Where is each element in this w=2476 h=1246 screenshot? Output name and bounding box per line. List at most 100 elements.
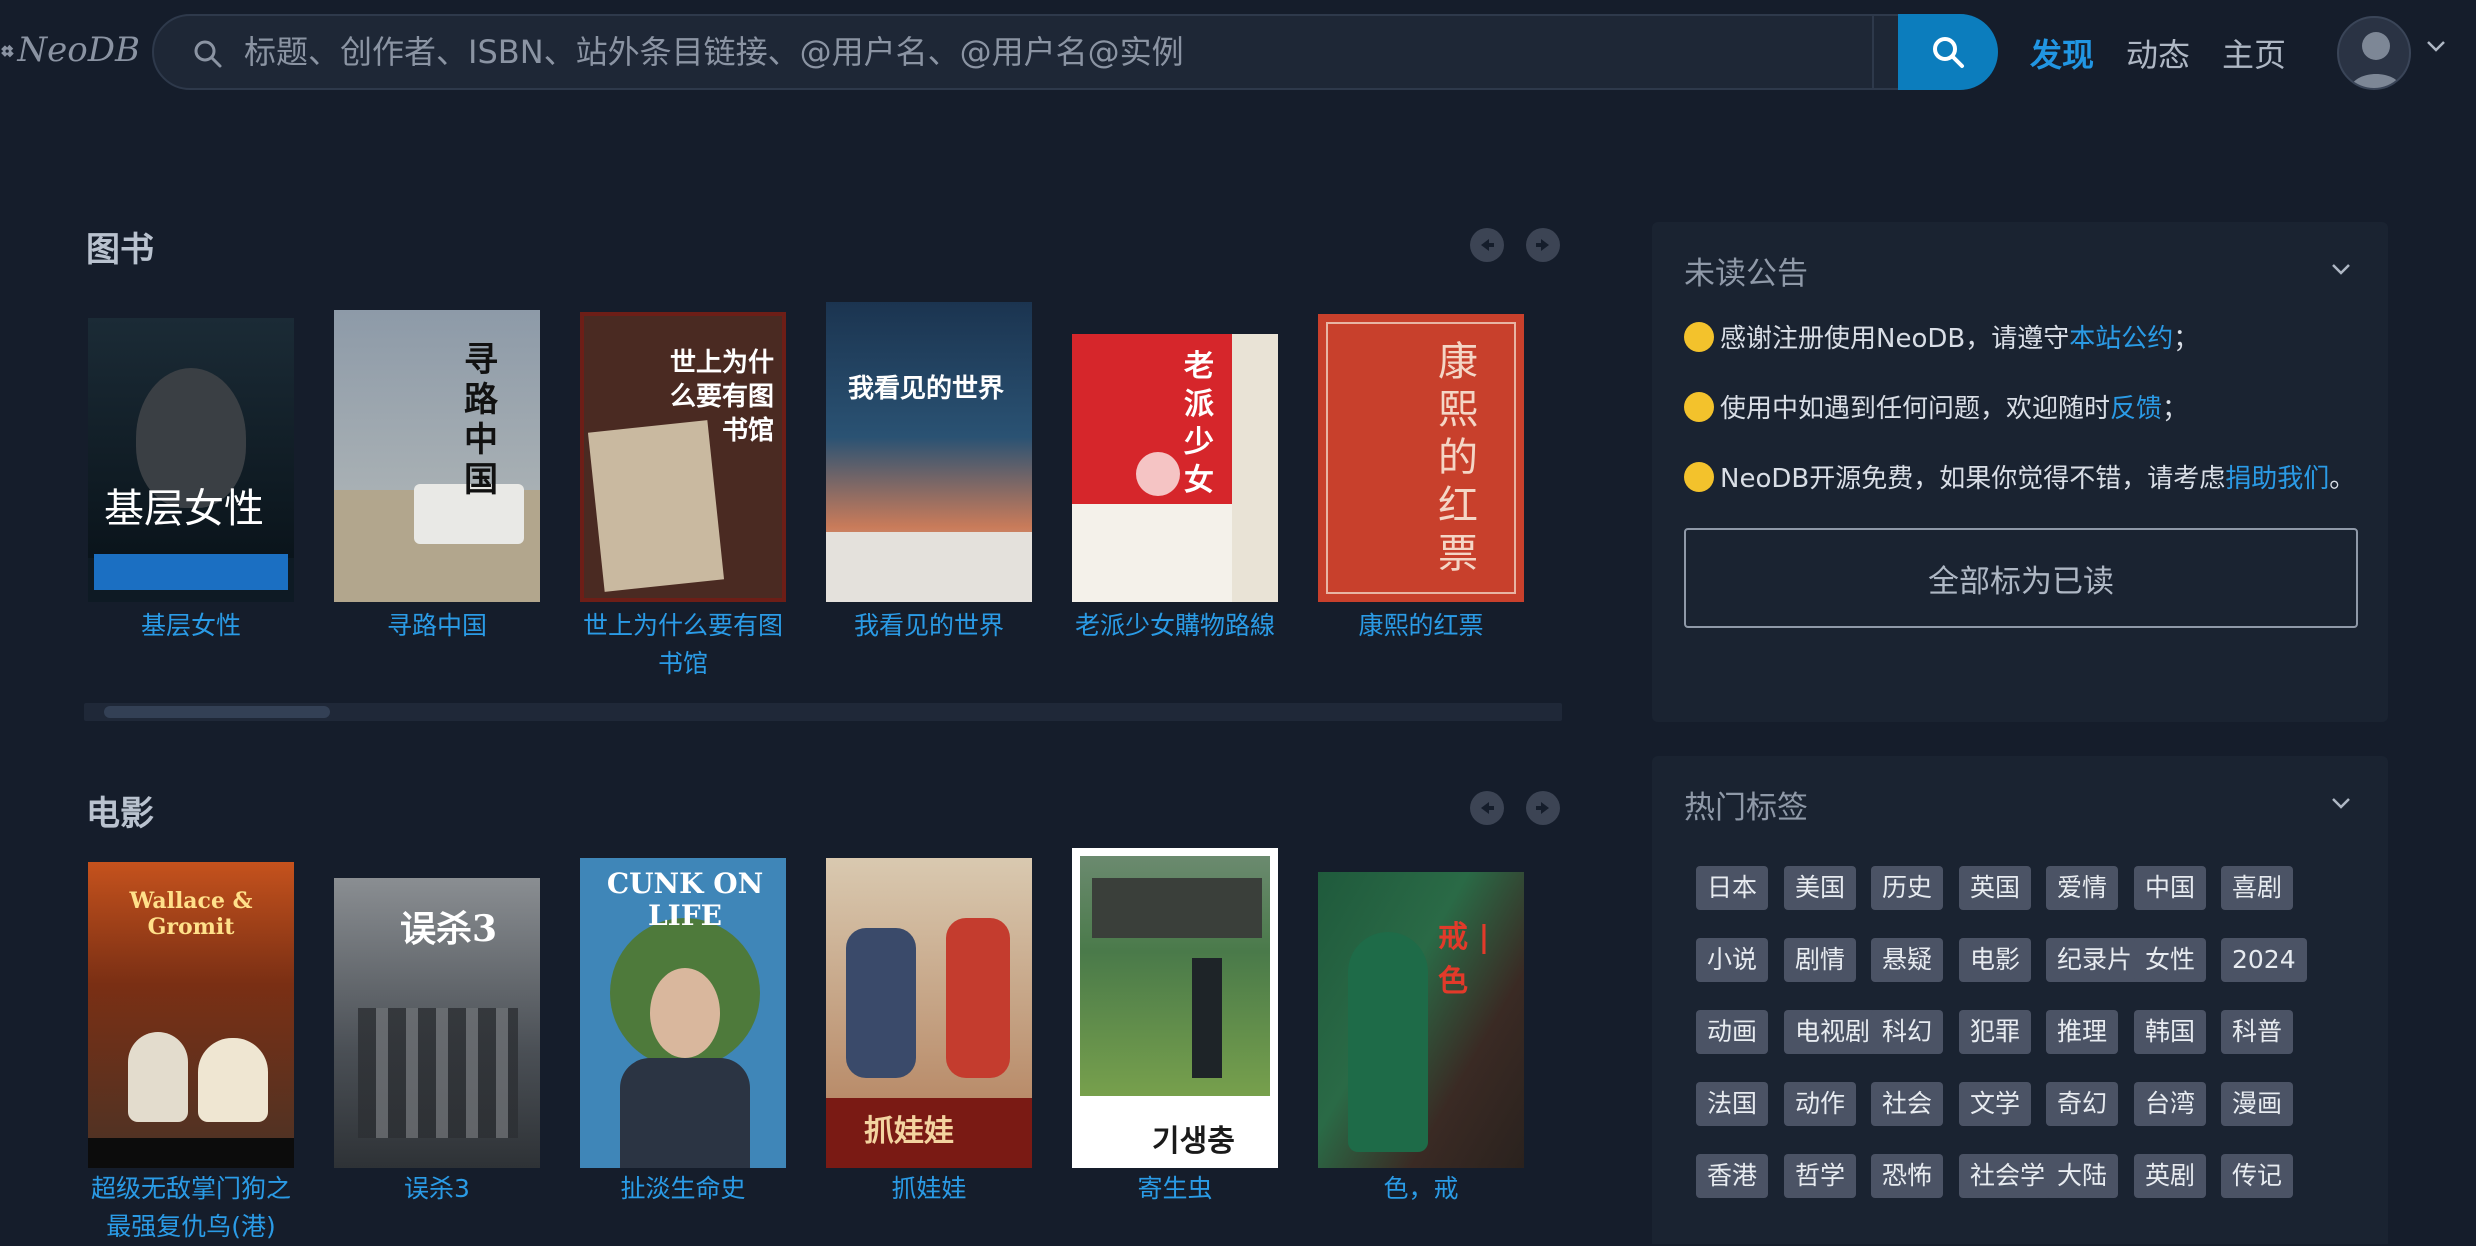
books-scrollbar[interactable] bbox=[84, 703, 1562, 721]
book-title[interactable]: 老派少女購物路線 bbox=[1065, 607, 1285, 645]
chevron-down-icon[interactable] bbox=[2426, 40, 2446, 52]
chevron-down-icon[interactable] bbox=[2330, 262, 2352, 276]
tag-chip[interactable]: 日本 bbox=[1696, 866, 1769, 910]
tag-chip[interactable]: 哲学 bbox=[1784, 1154, 1857, 1198]
tag-chip[interactable]: 大陆 bbox=[2046, 1154, 2119, 1198]
movie-title[interactable]: 寄生虫 bbox=[1065, 1170, 1285, 1208]
movie-title[interactable]: 扯淡生命史 bbox=[573, 1170, 793, 1208]
books-section-title: 图书 bbox=[86, 230, 154, 270]
book-title[interactable]: 康熙的红票 bbox=[1311, 607, 1531, 645]
logo-text: NeoDB bbox=[17, 30, 140, 70]
arrow-left-icon bbox=[1481, 802, 1494, 814]
movie-poster[interactable]: 戒 | 色 bbox=[1318, 872, 1524, 1168]
tag-chip[interactable]: 科幻 bbox=[1871, 1010, 1944, 1054]
tag-chip[interactable]: 动画 bbox=[1696, 1010, 1769, 1054]
tag-chip[interactable]: 传记 bbox=[2221, 1154, 2294, 1198]
book-cover[interactable]: 世上为什么要有图书馆 bbox=[580, 312, 786, 602]
nerd-face-icon bbox=[1684, 322, 1714, 352]
books-next-button[interactable] bbox=[1526, 228, 1560, 262]
book-cover-text: 世上为什么要有图书馆 bbox=[669, 348, 774, 446]
halo-face-icon bbox=[1684, 462, 1714, 492]
rules-link[interactable]: 本站公约 bbox=[2069, 324, 2173, 354]
feedback-link[interactable]: 反馈 bbox=[2110, 394, 2162, 424]
movie-poster-text: 抓娃娃 bbox=[864, 1114, 954, 1149]
search-input[interactable] bbox=[244, 16, 1864, 88]
tag-chip[interactable]: 纪录片 bbox=[2046, 938, 2144, 982]
nav-activity[interactable]: 动态 bbox=[2126, 30, 2190, 74]
tag-chip[interactable]: 科普 bbox=[2221, 1010, 2294, 1054]
movie-poster-text: 戒 | 色 bbox=[1438, 920, 1490, 999]
book-cover[interactable]: 老派少女 bbox=[1072, 334, 1278, 602]
mark-all-read-button[interactable]: 全部标为已读 bbox=[1684, 528, 2358, 628]
tag-chip[interactable]: 悬疑 bbox=[1871, 938, 1944, 982]
tag-chip[interactable]: 香港 bbox=[1696, 1154, 1769, 1198]
tag-chip[interactable]: 爱情 bbox=[2046, 866, 2119, 910]
movie-title[interactable]: 抓娃娃 bbox=[819, 1170, 1039, 1208]
announcements-title: 未读公告 bbox=[1684, 256, 1808, 292]
movies-next-button[interactable] bbox=[1526, 791, 1560, 825]
movie-poster[interactable]: Wallace & Gromit bbox=[88, 862, 294, 1168]
chevron-down-icon[interactable] bbox=[2330, 796, 2352, 810]
movie-poster[interactable]: 기생충 bbox=[1072, 848, 1278, 1168]
tag-chip[interactable]: 电视剧 bbox=[1784, 1010, 1882, 1054]
announcement-line: NeoDB开源免费，如果你觉得不错，请考虑捐助我们。 bbox=[1684, 458, 2355, 495]
tag-chip[interactable]: 社会 bbox=[1871, 1082, 1944, 1126]
tag-chip[interactable]: 英国 bbox=[1959, 866, 2032, 910]
tag-chip[interactable]: 社会学 bbox=[1959, 1154, 2057, 1198]
tag-chip[interactable]: 犯罪 bbox=[1959, 1010, 2032, 1054]
tag-chip[interactable]: 历史 bbox=[1871, 866, 1944, 910]
book-title[interactable]: 基层女性 bbox=[81, 607, 301, 645]
search-button[interactable] bbox=[1898, 14, 1998, 90]
book-cover[interactable]: 基层女性 bbox=[88, 318, 294, 602]
tag-chip[interactable]: 小说 bbox=[1696, 938, 1769, 982]
puzzle-logo-icon bbox=[1, 44, 14, 58]
tag-chip[interactable]: 奇幻 bbox=[2046, 1082, 2119, 1126]
book-cover[interactable]: 我看见的世界 bbox=[826, 302, 1032, 602]
tag-chip[interactable]: 韩国 bbox=[2134, 1010, 2207, 1054]
neodb-logo[interactable]: NeoDB bbox=[0, 14, 140, 86]
tag-chip[interactable]: 法国 bbox=[1696, 1082, 1769, 1126]
tag-chip[interactable]: 动作 bbox=[1784, 1082, 1857, 1126]
book-title[interactable]: 我看见的世界 bbox=[819, 607, 1039, 645]
book-cover[interactable]: 寻路中国 bbox=[334, 310, 540, 602]
donate-link[interactable]: 捐助我们 bbox=[2225, 464, 2329, 494]
book-cover-text: 康熙的红票 bbox=[1438, 339, 1478, 577]
arrow-right-icon bbox=[1536, 802, 1549, 814]
movie-poster[interactable]: 抓娃娃 bbox=[826, 858, 1032, 1168]
movie-poster[interactable]: CUNK ON LIFE bbox=[580, 858, 786, 1168]
tag-chip[interactable]: 2024 bbox=[2221, 938, 2307, 982]
movie-title[interactable]: 超级无敌掌门狗之最强复仇鸟(港) bbox=[81, 1170, 301, 1246]
movie-title[interactable]: 误杀3 bbox=[327, 1170, 547, 1208]
movie-poster-text: 误杀3 bbox=[400, 908, 498, 950]
tag-chip[interactable]: 文学 bbox=[1959, 1082, 2032, 1126]
movie-poster[interactable]: 误杀3 bbox=[334, 878, 540, 1168]
tag-chip[interactable]: 剧情 bbox=[1784, 938, 1857, 982]
tag-chip[interactable]: 女性 bbox=[2134, 938, 2207, 982]
user-avatar[interactable] bbox=[2337, 16, 2411, 90]
nav-home[interactable]: 主页 bbox=[2222, 30, 2286, 74]
tag-chip[interactable]: 电影 bbox=[1959, 938, 2032, 982]
nav-discover[interactable]: 发现 bbox=[2030, 30, 2094, 74]
tag-chip[interactable]: 漫画 bbox=[2221, 1082, 2294, 1126]
hot-tags-panel: 热门标签 日本 美国 历史 英国 爱情 中国 喜剧 小说 剧情 悬疑 电影 纪录片 女性 2024 动画 电视… bbox=[1652, 756, 2388, 1244]
announcement-text: 使用中如遇到任何问题，欢迎随时 bbox=[1720, 394, 2111, 424]
announcement-text: NeoDB开源免费，如果你觉得不错，请考虑 bbox=[1720, 464, 2226, 494]
book-cover[interactable]: 康熙的红票 bbox=[1318, 314, 1524, 602]
book-title[interactable]: 寻路中国 bbox=[327, 607, 547, 645]
tag-chip[interactable]: 台湾 bbox=[2134, 1082, 2207, 1126]
tag-chip[interactable]: 中国 bbox=[2134, 866, 2207, 910]
tag-chip[interactable]: 喜剧 bbox=[2221, 866, 2294, 910]
tag-chip[interactable]: 美国 bbox=[1784, 866, 1857, 910]
tag-chip[interactable]: 英剧 bbox=[2134, 1154, 2207, 1198]
scrollbar-thumb[interactable] bbox=[104, 706, 330, 718]
tag-chip[interactable]: 推理 bbox=[2046, 1010, 2119, 1054]
top-nav-bar: NeoDB 全部 发现 动态 主页 bbox=[0, 0, 2476, 105]
tag-chip[interactable]: 恐怖 bbox=[1871, 1154, 1944, 1198]
announcement-line: 使用中如遇到任何问题，欢迎随时反馈； bbox=[1684, 388, 2188, 425]
announcement-tail: ； bbox=[2162, 394, 2189, 424]
book-title[interactable]: 世上为什么要有图书馆 bbox=[573, 607, 793, 683]
books-prev-button[interactable] bbox=[1470, 228, 1504, 262]
movies-prev-button[interactable] bbox=[1470, 791, 1504, 825]
announcement-line: 感谢注册使用NeoDB，请遵守本站公约； bbox=[1684, 318, 2199, 355]
movie-title[interactable]: 色，戒 bbox=[1311, 1170, 1531, 1208]
